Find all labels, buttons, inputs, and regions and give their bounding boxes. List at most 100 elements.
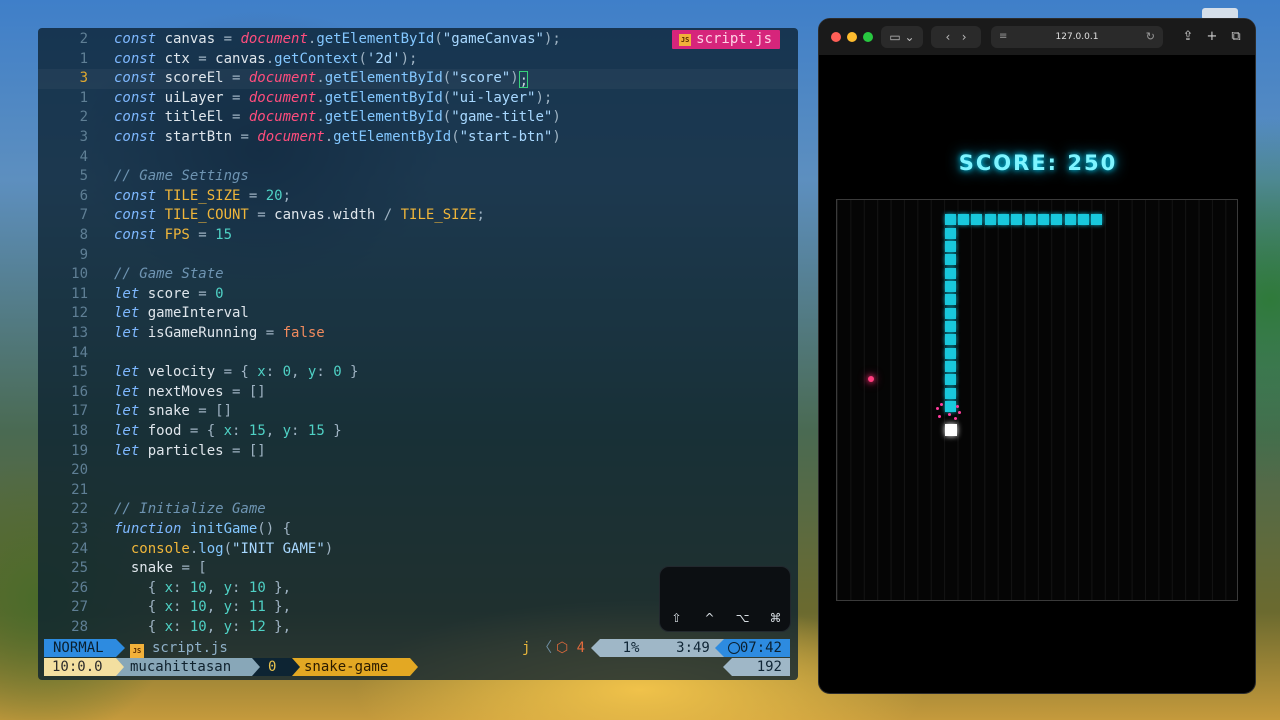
code-token: const xyxy=(114,109,165,126)
code-token: const xyxy=(114,129,165,145)
code-token: // Game State xyxy=(114,266,224,283)
code-line[interactable]: 20 xyxy=(38,461,798,481)
game-canvas[interactable] xyxy=(836,199,1238,601)
js-file-icon: JS xyxy=(130,644,144,658)
browser-toolbar: ▭ ⌄ ‹ › ≡ 127.0.0.1 ↻ ⇪ + ⧉ xyxy=(819,19,1255,55)
line-number: 24 xyxy=(71,540,88,557)
forward-icon[interactable]: › xyxy=(962,30,967,44)
code-line[interactable]: 6 const TILE_SIZE = 20; xyxy=(38,187,798,207)
code-line[interactable]: 17 let snake = [] xyxy=(38,402,798,422)
snake-segment xyxy=(944,307,956,319)
line-number: 25 xyxy=(71,560,88,577)
code-line[interactable]: 10 // Game State xyxy=(38,265,798,285)
code-token: : xyxy=(232,423,249,439)
particle xyxy=(939,402,943,406)
code-line[interactable]: 21 xyxy=(38,481,798,501)
code-token: 15 xyxy=(248,423,266,439)
new-tab-icon[interactable]: + xyxy=(1201,26,1223,48)
code-token: }, xyxy=(265,579,292,596)
snake-segment xyxy=(944,334,956,346)
code-token: "score" xyxy=(451,70,511,87)
code-line[interactable]: 3 const startBtn = document.getElementByI… xyxy=(38,128,798,148)
mode-indicator: NORMAL xyxy=(44,639,125,657)
code-line[interactable]: 19 let particles = [] xyxy=(38,442,798,462)
code-line[interactable]: 4 xyxy=(38,148,798,168)
code-token: : xyxy=(173,619,190,635)
code-editor[interactable]: 2 const canvas = document.getElementById(… xyxy=(38,28,798,680)
code-token: . xyxy=(265,50,275,67)
file-tab-label: script.js xyxy=(696,31,772,47)
code-token: = [ xyxy=(181,560,207,577)
line-source: // Initialize Game xyxy=(114,500,266,520)
code-line[interactable]: 9 xyxy=(38,246,798,266)
code-token: : xyxy=(265,364,283,381)
code-token: canvas xyxy=(215,50,266,67)
tmux-window-name[interactable]: snake-game xyxy=(292,658,418,676)
line-source: let isGameRunning = false xyxy=(114,324,325,344)
line-number: 17 xyxy=(71,403,88,420)
file-tab[interactable]: JS script.js xyxy=(672,30,780,49)
snake-segment xyxy=(984,214,996,226)
code-line[interactable]: 3 const scoreEl = document.getElementById… xyxy=(38,69,798,89)
code-line[interactable]: 16 let nextMoves = [] xyxy=(38,383,798,403)
code-token: ; xyxy=(282,187,292,204)
code-token: scoreEl xyxy=(164,70,233,87)
code-line[interactable]: 11 let score = 0 xyxy=(38,285,798,305)
line-source: const ctx = canvas.getContext('2d'); xyxy=(114,50,417,70)
code-token: : xyxy=(316,364,334,381)
code-token: y xyxy=(223,579,233,596)
code-line[interactable]: 18 let food = { x: 15, y: 15 } xyxy=(38,422,798,442)
code-line[interactable]: 15 let velocity = { x: 0, y: 0 } xyxy=(38,363,798,383)
reload-icon[interactable]: ↻ xyxy=(1146,26,1155,48)
text-cursor: ; xyxy=(518,71,529,90)
code-line[interactable]: 23 function initGame() { xyxy=(38,520,798,540)
code-line[interactable]: 5 // Game Settings xyxy=(38,167,798,187)
maximize-window-button[interactable] xyxy=(863,32,873,42)
code-line[interactable]: 12 let gameInterval xyxy=(38,304,798,324)
code-token: startBtn xyxy=(164,129,241,145)
snake-segment xyxy=(944,401,956,412)
line-number: 3 xyxy=(79,70,88,87)
code-token: getElementById xyxy=(324,89,443,106)
code-token: = [] xyxy=(232,442,266,459)
code-token: "ui-layer" xyxy=(451,89,536,106)
share-icon[interactable]: ⇪ xyxy=(1177,26,1199,48)
code-token: canvas xyxy=(164,31,224,47)
code-token: const xyxy=(114,50,165,67)
code-token: x xyxy=(223,423,233,439)
code-token: ); xyxy=(400,50,418,67)
back-icon[interactable]: ‹ xyxy=(945,30,950,44)
tmux-window-index[interactable]: 0 xyxy=(252,658,292,676)
code-token: document xyxy=(248,70,317,87)
tab-overview-icon[interactable]: ⧉ xyxy=(1225,26,1247,48)
code-token: 12 xyxy=(248,619,266,635)
code-line[interactable]: 2 const titleEl = document.getElementById… xyxy=(38,108,798,128)
code-token: "gameCanvas" xyxy=(442,31,544,47)
code-line[interactable]: 14 xyxy=(38,344,798,364)
minimize-window-button[interactable] xyxy=(847,32,857,42)
code-token: // Initialize Game xyxy=(114,501,266,518)
line-number: 12 xyxy=(71,305,88,322)
code-line[interactable]: 22 // Initialize Game xyxy=(38,500,798,520)
pending-key: j xyxy=(522,640,531,656)
code-line[interactable]: 1 const ctx = canvas.getContext('2d'); xyxy=(38,50,798,70)
sidebar-toggle-button[interactable]: ▭ ⌄ xyxy=(881,26,923,48)
address-bar[interactable]: ≡ 127.0.0.1 ↻ xyxy=(991,26,1163,48)
code-line[interactable]: 13 let isGameRunning = false xyxy=(38,324,798,344)
code-token: , xyxy=(265,423,283,439)
code-token: }, xyxy=(265,599,292,616)
code-line[interactable]: 24 console.log("INIT GAME") xyxy=(38,540,798,560)
close-window-button[interactable] xyxy=(831,32,841,42)
code-token: } xyxy=(324,423,342,439)
code-token: / xyxy=(383,207,401,224)
code-token: = xyxy=(223,31,241,47)
code-token: ( xyxy=(442,70,452,87)
control-key-icon: ^ xyxy=(704,611,715,625)
code-line[interactable]: 7 const TILE_COUNT = canvas.width / TILE_… xyxy=(38,206,798,226)
code-line[interactable]: 8 const FPS = 15 xyxy=(38,226,798,246)
snake-segment xyxy=(1064,214,1076,226)
file-percent: 1% xyxy=(591,639,662,657)
code-area[interactable]: 2 const canvas = document.getElementById(… xyxy=(38,28,798,636)
code-line[interactable]: 1 const uiLayer = document.getElementById… xyxy=(38,89,798,109)
